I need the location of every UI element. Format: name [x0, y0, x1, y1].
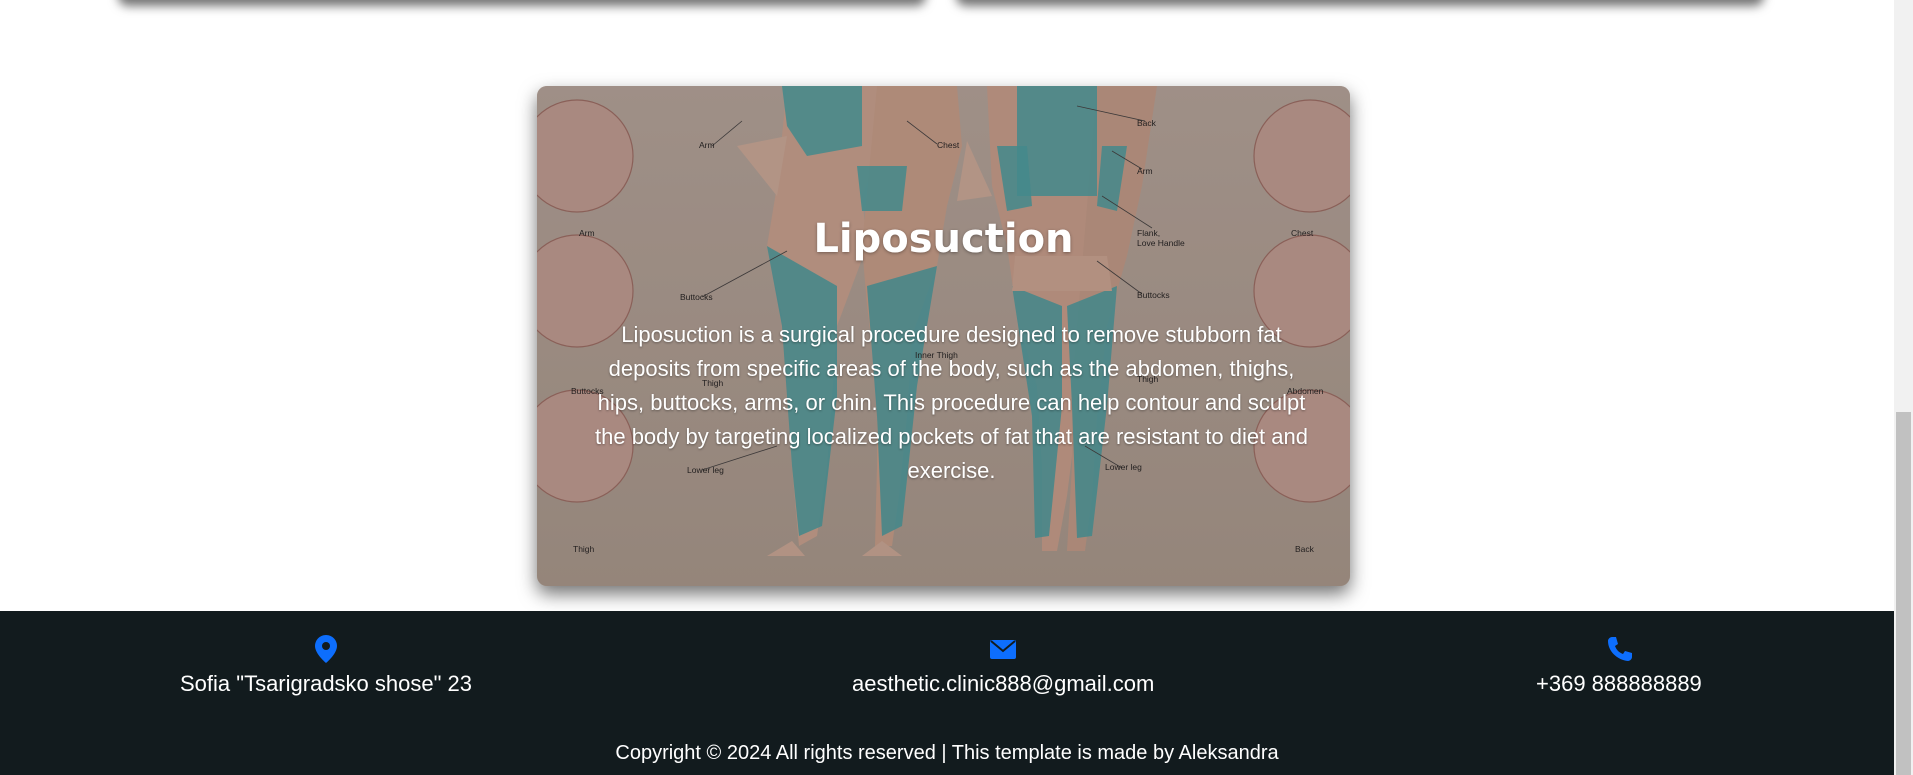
contact-email: aesthetic.clinic888@gmail.com	[852, 635, 1154, 697]
service-description: Liposuction is a surgical procedure desi…	[595, 322, 1308, 483]
page: Arm Chest Back Arm Flank, Love Handle Bu…	[0, 0, 1894, 775]
contact-phone: +369 888888889	[1536, 635, 1702, 697]
phone-text[interactable]: +369 888888889	[1536, 671, 1702, 697]
vertical-scrollbar[interactable]	[1894, 0, 1913, 775]
email-link[interactable]: aesthetic.clinic888@gmail.com	[852, 671, 1154, 697]
envelope-icon	[990, 640, 1017, 659]
map-pin-icon	[315, 635, 337, 663]
service-title: Liposuction	[813, 216, 1074, 262]
footer: Sofia "Tsarigradsko shose" 23 aesthetic.…	[0, 611, 1894, 775]
address-text: Sofia "Tsarigradsko shose" 23	[180, 671, 472, 696]
phone-icon	[1607, 637, 1632, 661]
copyright-text: Copyright © 2024 All rights reserved | T…	[615, 742, 1279, 764]
scrollbar-thumb[interactable]	[1896, 412, 1911, 775]
contact-address: Sofia "Tsarigradsko shose" 23	[180, 635, 472, 697]
service-card-liposuction: Arm Chest Back Arm Flank, Love Handle Bu…	[537, 86, 1350, 586]
